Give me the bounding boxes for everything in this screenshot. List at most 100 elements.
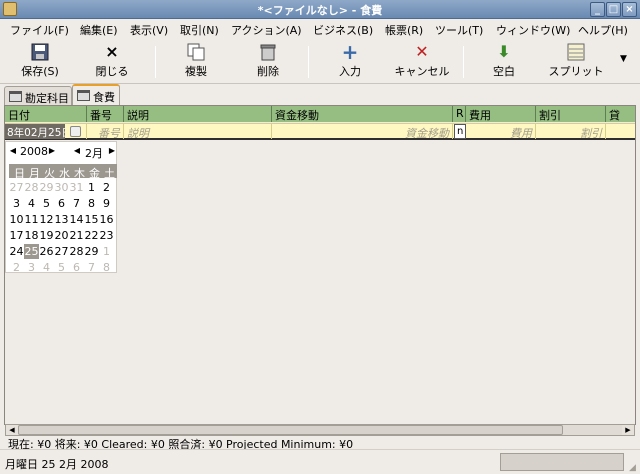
calendar-day[interactable]: 11: [24, 212, 39, 227]
calendar-day[interactable]: 16: [99, 212, 114, 227]
reconcile-field[interactable]: n: [454, 124, 466, 139]
menu-help[interactable]: ヘルプ(H): [578, 22, 628, 38]
header-balance[interactable]: 貸: [606, 106, 635, 122]
calendar-day[interactable]: 4: [39, 260, 54, 275]
calendar-day[interactable]: 27: [54, 244, 69, 259]
header-rebate[interactable]: 割引: [536, 106, 606, 122]
menu-windows[interactable]: ウィンドウ(W): [496, 22, 570, 38]
table-row[interactable]: 8年02月25日 番号 説明 資金移動 n 費用 割引: [5, 123, 635, 140]
calendar-day[interactable]: 8: [84, 196, 99, 211]
calendar-day[interactable]: 7: [84, 260, 99, 275]
menu-reports[interactable]: 帳票(R): [385, 22, 423, 38]
calendar-day[interactable]: 7: [69, 196, 84, 211]
calendar-day[interactable]: 1: [84, 180, 99, 195]
calendar-toggle-icon[interactable]: [70, 126, 81, 137]
tab-food[interactable]: 食費: [72, 84, 120, 106]
date-cell[interactable]: 8年02月25日: [5, 124, 87, 139]
calendar-day[interactable]: 27: [9, 180, 24, 195]
calendar-day[interactable]: 12: [39, 212, 54, 227]
menu-edit[interactable]: 編集(E): [80, 22, 118, 38]
horizontal-scrollbar[interactable]: ◀ ▶: [5, 424, 635, 436]
duplicate-button[interactable]: 複製: [178, 42, 214, 82]
resize-grip-icon[interactable]: ◢: [629, 463, 639, 473]
calendar-popup: ◀ 2008 ▶ ◀ 2月 ▶ 日 月 火 水 木 金 土 27 28 29 30 31…: [5, 141, 117, 275]
calendar-day[interactable]: 23: [99, 228, 114, 243]
calendar-day[interactable]: 1: [99, 244, 114, 259]
enter-icon: +: [341, 40, 359, 64]
balance-field: [606, 124, 635, 139]
status-bar: 月曜日 25 2月 2008 ◢: [0, 449, 640, 474]
calendar-day-selected[interactable]: 25: [24, 244, 39, 259]
calendar-day[interactable]: 31: [69, 180, 84, 195]
toolbar-overflow-icon[interactable]: ▼: [620, 54, 627, 64]
calendar-day[interactable]: 26: [39, 244, 54, 259]
calendar-day[interactable]: 18: [24, 228, 39, 243]
header-description[interactable]: 説明: [124, 106, 272, 122]
scrollbar-thumb[interactable]: [18, 425, 563, 435]
menu-file[interactable]: ファイル(F): [10, 22, 69, 38]
close-window-icon[interactable]: ×: [622, 2, 637, 17]
save-button[interactable]: 保存(S): [18, 42, 62, 82]
delete-button[interactable]: 削除: [250, 42, 286, 82]
calendar-day[interactable]: 6: [54, 196, 69, 211]
menu-view[interactable]: 表示(V): [130, 22, 168, 38]
calendar-day[interactable]: 20: [54, 228, 69, 243]
cancel-button[interactable]: ✕ キャンセル: [392, 42, 452, 82]
calendar-day[interactable]: 28: [69, 244, 84, 259]
calendar-day[interactable]: 5: [39, 196, 54, 211]
header-expense[interactable]: 費用: [466, 106, 536, 122]
enter-button[interactable]: + 入力: [330, 42, 370, 82]
minimize-icon[interactable]: _: [590, 2, 605, 17]
calendar-day[interactable]: 30: [54, 180, 69, 195]
menu-business[interactable]: ビジネス(B): [313, 22, 373, 38]
calendar-day[interactable]: 17: [9, 228, 24, 243]
expense-field[interactable]: 費用: [466, 124, 536, 139]
calendar-day[interactable]: 8: [99, 260, 114, 275]
calendar-day[interactable]: 28: [24, 180, 39, 195]
calendar-day[interactable]: 10: [9, 212, 24, 227]
menu-bar: ファイル(F) 編集(E) 表示(V) 取引(N) アクション(A) ビジネス(…: [0, 19, 640, 40]
calendar-day[interactable]: 2: [9, 260, 24, 275]
header-transfer[interactable]: 資金移動: [272, 106, 453, 122]
description-field[interactable]: 説明: [124, 124, 272, 139]
split-icon: [567, 43, 585, 61]
header-reconcile[interactable]: R: [453, 106, 466, 122]
tab-accounts[interactable]: 勘定科目: [4, 86, 72, 106]
calendar-day[interactable]: 6: [69, 260, 84, 275]
calendar-day[interactable]: 22: [84, 228, 99, 243]
toolbar-separator: [308, 46, 309, 78]
prev-month-icon[interactable]: ◀: [73, 146, 81, 155]
split-button[interactable]: スプリット: [546, 42, 606, 82]
calendar-day[interactable]: 15: [84, 212, 99, 227]
menu-tools[interactable]: ツール(T): [435, 22, 483, 38]
menu-transaction[interactable]: 取引(N): [180, 22, 219, 38]
calendar-day[interactable]: 29: [84, 244, 99, 259]
next-month-icon[interactable]: ▶: [108, 146, 116, 155]
calendar-day[interactable]: 5: [54, 260, 69, 275]
prev-year-icon[interactable]: ◀: [9, 146, 17, 155]
transfer-field[interactable]: 資金移動: [272, 124, 453, 139]
scroll-right-icon[interactable]: ▶: [622, 425, 634, 435]
calendar-day[interactable]: 14: [69, 212, 84, 227]
calendar-day[interactable]: 24: [9, 244, 24, 259]
calendar-day[interactable]: 3: [24, 260, 39, 275]
calendar-day[interactable]: 3: [9, 196, 24, 211]
scroll-left-icon[interactable]: ◀: [6, 425, 18, 435]
blank-button[interactable]: ⬇ 空白: [486, 42, 522, 82]
next-year-icon[interactable]: ▶: [48, 146, 56, 155]
calendar-day[interactable]: 13: [54, 212, 69, 227]
calendar-day[interactable]: 9: [99, 196, 114, 211]
rebate-field[interactable]: 割引: [536, 124, 606, 139]
calendar-day[interactable]: 4: [24, 196, 39, 211]
date-input[interactable]: 8年02月25日: [5, 124, 65, 139]
calendar-day[interactable]: 2: [99, 180, 114, 195]
calendar-day[interactable]: 21: [69, 228, 84, 243]
close-button[interactable]: × 閉じる: [92, 42, 132, 82]
header-date[interactable]: 日付: [5, 106, 87, 122]
header-num[interactable]: 番号: [87, 106, 124, 122]
calendar-day[interactable]: 29: [39, 180, 54, 195]
num-field[interactable]: 番号: [87, 124, 124, 139]
menu-actions[interactable]: アクション(A): [231, 22, 302, 38]
calendar-day[interactable]: 19: [39, 228, 54, 243]
maximize-icon[interactable]: □: [606, 2, 621, 17]
